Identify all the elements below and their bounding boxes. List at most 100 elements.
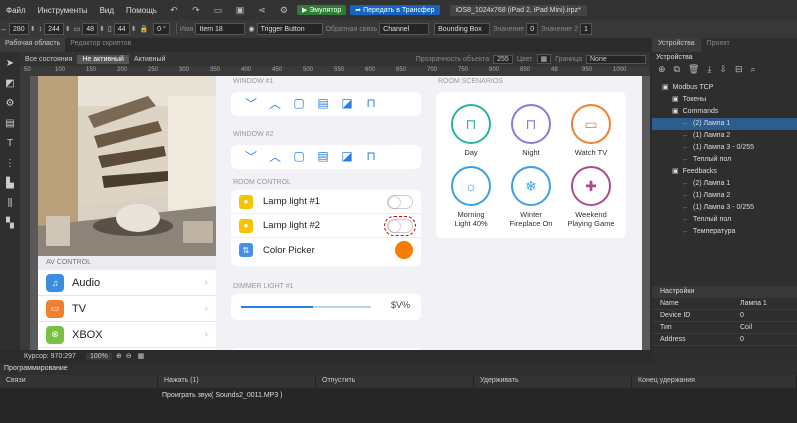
feedback-select[interactable]: Channel <box>379 23 430 35</box>
x-field[interactable]: 280 <box>9 23 29 35</box>
lamp1-toggle[interactable] <box>387 194 413 209</box>
col-hold-end[interactable]: Конец удержания <box>632 375 797 388</box>
col-hold[interactable]: Удерживать <box>474 375 632 388</box>
menu-help[interactable]: Помощь <box>120 6 163 15</box>
add-icon[interactable]: ⊕ <box>658 64 666 78</box>
gear-tool-icon[interactable]: ⚙ <box>2 94 18 112</box>
open-folder-icon[interactable]: ▭ <box>210 3 226 17</box>
menu-tools[interactable]: Инструменты <box>32 6 94 15</box>
name-field[interactable]: Item 18 <box>195 23 246 35</box>
blind-tilt-icon[interactable]: ◪ <box>337 96 357 110</box>
shapes-tool-icon[interactable]: ◩ <box>2 74 18 92</box>
delete-icon[interactable]: 🗑 <box>688 64 699 78</box>
opacity-field[interactable]: 255 <box>493 54 513 64</box>
scene-morning[interactable]: ☼ Morning Light 40% <box>440 166 502 228</box>
tree-node[interactable]: ← Теплый пол <box>652 214 797 226</box>
tree-node[interactable]: ← (2) Лампа 1 <box>652 178 797 190</box>
tree-node[interactable]: ▣ Modbus TCP <box>652 82 797 94</box>
tab-workspace[interactable]: Рабочая область <box>0 38 66 52</box>
search-icon[interactable]: ⌕ <box>751 64 756 78</box>
width-field[interactable]: 48 <box>82 23 99 35</box>
scene-winter[interactable]: ❄ Winter Fireplace On <box>500 166 562 228</box>
border-select[interactable]: None <box>586 54 646 64</box>
grid-toggle-icon[interactable]: ▦ <box>138 352 145 360</box>
settings-gear-icon[interactable]: ⚙ <box>276 3 292 17</box>
image-tool-icon[interactable]: ▤ <box>2 114 18 132</box>
state-inactive[interactable]: Не активный <box>77 54 129 64</box>
scene-watch-tv[interactable]: ▭ Watch TV <box>560 104 622 157</box>
collapse-icon[interactable]: ⊟ <box>735 64 743 78</box>
tab-script-editor[interactable]: Редактор скриптов <box>65 38 136 52</box>
tree-node[interactable]: ← Температура <box>652 226 797 238</box>
value2-field[interactable]: 1 <box>579 23 592 35</box>
scene-weekend[interactable]: ✚ Weekend Playing Game <box>560 166 622 228</box>
col-press[interactable]: Нажать (1) <box>158 375 316 388</box>
av-item-audio[interactable]: ♫ Audio › <box>38 270 216 296</box>
redo-icon[interactable]: ↷ <box>188 3 204 17</box>
blind-tilt-icon[interactable]: ◪ <box>337 149 357 163</box>
prop-row[interactable]: Device ID 0 <box>652 310 797 322</box>
h-spinner-icon[interactable]: ⬍ <box>131 25 137 33</box>
height-field[interactable]: 44 <box>113 23 130 35</box>
design-canvas[interactable]: AV CONTROL ♫ Audio › ▭ TV › ⊗ XBOX › WIN… <box>38 76 642 350</box>
lock-icon[interactable]: ⊓ <box>361 149 381 163</box>
tree-node[interactable]: ← (1) Лампа 2 <box>652 190 797 202</box>
text-tool-icon[interactable]: T <box>2 134 18 152</box>
copy-icon[interactable]: ⧉ <box>674 64 680 78</box>
tree-node[interactable]: ▣ Feedbacks <box>652 166 797 178</box>
state-all[interactable]: Все состояния <box>20 55 77 64</box>
save-icon[interactable]: ▣ <box>232 3 248 17</box>
angle-field[interactable]: 0 ° <box>153 23 170 35</box>
y-field[interactable]: 244 <box>44 23 64 35</box>
lock-icon[interactable]: 🔒 <box>139 25 148 33</box>
stop-square-icon[interactable]: ▢ <box>289 96 309 110</box>
blind-closed-icon[interactable]: ▤ <box>313 96 333 110</box>
tree-node[interactable]: ← Теплый пол <box>652 154 797 166</box>
transfer-button[interactable]: ➦ Передать в Трансфер <box>350 5 440 15</box>
w-spinner-icon[interactable]: ⬍ <box>99 25 105 33</box>
blind-closed-icon[interactable]: ▤ <box>313 149 333 163</box>
tab-project[interactable]: Проект <box>701 38 736 52</box>
col-links[interactable]: Связи <box>0 375 158 388</box>
layers-tool-icon[interactable]: ▚ <box>2 214 18 232</box>
y-spinner-icon[interactable]: ⬍ <box>65 25 71 33</box>
color-swatch[interactable]: ▦ <box>536 54 552 64</box>
x-spinner-icon[interactable]: ⬍ <box>30 25 36 33</box>
tree-node[interactable]: ▣ Токены <box>652 94 797 106</box>
prop-row[interactable]: Тип Coil <box>652 322 797 334</box>
import-icon[interactable]: ⇩ <box>719 64 727 78</box>
tree-node[interactable]: ▣ Commands <box>652 106 797 118</box>
state-active[interactable]: Активный <box>129 55 170 64</box>
share-icon[interactable]: ⋖ <box>254 3 270 17</box>
tree-node[interactable]: ← (1) Лампа 3 - 0/255 <box>652 202 797 214</box>
zoom-out-icon[interactable]: ⊖ <box>126 352 132 360</box>
document-tab[interactable]: iOS8_1024x768 (iPad 2, iPad Mini).irpz* <box>449 4 587 16</box>
emulator-button[interactable]: ▶ Эмулятор <box>296 5 347 15</box>
fb-type-select[interactable]: Bounding Box <box>434 23 491 35</box>
lock-icon[interactable]: ⊓ <box>361 96 381 110</box>
color-picker-row[interactable]: ⇅ Color Picker <box>231 238 421 262</box>
scene-day[interactable]: ⊓ Day <box>440 104 502 157</box>
pointer-tool-icon[interactable]: ➤ <box>2 54 18 72</box>
zoom-in-icon[interactable]: ⊕ <box>116 352 122 360</box>
align-tool-icon[interactable]: ▙ <box>2 174 18 192</box>
zoom-select[interactable]: 100% <box>85 352 112 360</box>
dimmer-slider[interactable] <box>241 306 371 308</box>
color-dot[interactable] <box>395 241 413 259</box>
scene-night[interactable]: ⊓ Night <box>500 104 562 157</box>
download-icon[interactable]: ⤓ <box>707 64 711 78</box>
tree-node[interactable]: ← (2) Лампа 1 <box>652 118 797 130</box>
press-action[interactable]: Проиграть звук( Sounds2_0011.MP3 ) <box>162 392 283 399</box>
chevron-down-icon[interactable]: ﹀ <box>241 95 261 112</box>
av-item-tv[interactable]: ▭ TV › <box>38 296 216 322</box>
tree-node[interactable]: ← (1) Лампа 3 - 0/255 <box>652 142 797 154</box>
col-release[interactable]: Отпустить <box>316 375 474 388</box>
menu-view[interactable]: Вид <box>94 6 120 15</box>
stop-square-icon[interactable]: ▢ <box>289 149 309 163</box>
prop-row[interactable]: Address 0 <box>652 334 797 346</box>
grid-tool-icon[interactable]: ⋮ <box>2 154 18 172</box>
lamp2-toggle[interactable] <box>384 215 416 236</box>
type-select[interactable]: Trigger Button <box>256 23 323 35</box>
prop-row[interactable]: Name Лампа 1 <box>652 298 797 310</box>
tab-devices[interactable]: Устройства <box>652 38 701 52</box>
